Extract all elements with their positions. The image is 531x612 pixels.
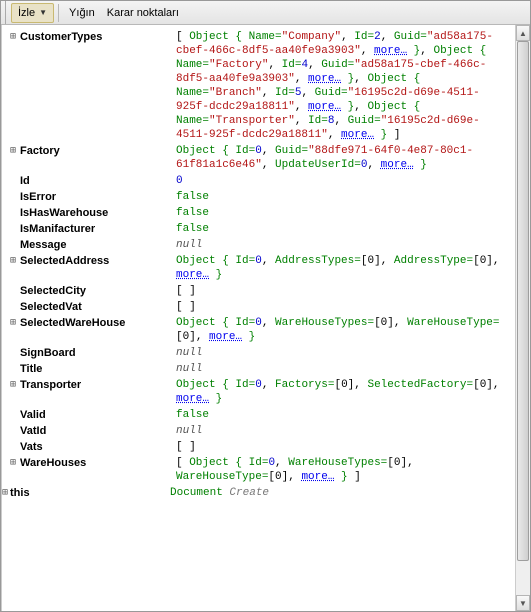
row-message[interactable]: Message null	[2, 237, 515, 253]
row-vatid[interactable]: VatId null	[2, 423, 515, 439]
prop-value: null	[176, 346, 511, 360]
row-transporter[interactable]: ⊞ Transporter Object { Id=0, Factorys=[0…	[2, 377, 515, 407]
expand-icon[interactable]: ⊞	[1, 486, 10, 500]
expand-icon[interactable]: ⊞	[6, 378, 20, 392]
prop-name: Vats	[20, 440, 176, 454]
prop-value: false	[176, 222, 511, 236]
prop-name: Message	[20, 238, 176, 252]
row-selectedcity[interactable]: SelectedCity [ ]	[2, 283, 515, 299]
row-factory[interactable]: ⊞ Factory Object { Id=0, Guid="88dfe971-…	[2, 143, 515, 173]
expand-icon[interactable]: ⊞	[6, 456, 20, 470]
prop-name: IsError	[20, 190, 176, 204]
prop-value: Object { Id=0, WareHouseTypes=[0], WareH…	[176, 316, 511, 344]
expand-icon[interactable]: ⊞	[6, 30, 20, 44]
prop-value: Object { Id=0, AddressTypes=[0], Address…	[176, 254, 511, 282]
prop-value: false	[176, 190, 511, 204]
scroll-up-arrow-icon[interactable]: ▲	[516, 25, 530, 41]
yigin-label: Yığın	[69, 7, 95, 19]
row-vats[interactable]: Vats [ ]	[2, 439, 515, 455]
yigin-tab[interactable]: Yığın	[63, 3, 101, 23]
expand-icon[interactable]: ⊞	[6, 254, 20, 268]
scroll-down-arrow-icon[interactable]: ▼	[516, 595, 530, 611]
expand-icon[interactable]: ⊞	[6, 144, 20, 158]
row-ishaswarehouse[interactable]: IsHasWarehouse false	[2, 205, 515, 221]
prop-name: WareHouses	[20, 456, 176, 470]
toolbar-grip	[5, 1, 9, 24]
rows-container: ⊞ CustomerTypes [ Object { Name="Company…	[2, 25, 515, 505]
prop-value: [ Object { Name="Company", Id=2, Guid="a…	[176, 30, 511, 142]
row-signboard[interactable]: SignBoard null	[2, 345, 515, 361]
row-valid[interactable]: Valid false	[2, 407, 515, 423]
prop-name: SignBoard	[20, 346, 176, 360]
toolbar-sep	[58, 4, 59, 22]
prop-value: null	[176, 424, 511, 438]
row-customertypes[interactable]: ⊞ CustomerTypes [ Object { Name="Company…	[2, 29, 515, 143]
prop-value: 0	[176, 174, 511, 188]
row-selectedaddress[interactable]: ⊞ SelectedAddress Object { Id=0, Address…	[2, 253, 515, 283]
karar-label: Karar noktaları	[107, 7, 179, 19]
prop-value: [ ]	[176, 300, 511, 314]
prop-name: Factory	[20, 144, 176, 158]
prop-name: this	[10, 486, 170, 500]
prop-name: IsManifacturer	[20, 222, 176, 236]
row-warehouses[interactable]: ⊞ WareHouses [ Object { Id=0, WareHouseT…	[2, 455, 515, 485]
toolbar: İzle ▼ Yığın Karar noktaları	[1, 1, 530, 25]
karar-tab[interactable]: Karar noktaları	[101, 3, 185, 23]
prop-name: SelectedAddress	[20, 254, 176, 268]
prop-name: Title	[20, 362, 176, 376]
prop-name: SelectedVat	[20, 300, 176, 314]
prop-value: null	[176, 362, 511, 376]
chevron-down-icon: ▼	[39, 8, 47, 17]
prop-name: Valid	[20, 408, 176, 422]
scroll-thumb[interactable]	[517, 41, 529, 561]
prop-value: Document Create	[170, 486, 511, 500]
row-iserror[interactable]: IsError false	[2, 189, 515, 205]
izle-tab[interactable]: İzle ▼	[11, 3, 54, 23]
prop-name: VatId	[20, 424, 176, 438]
prop-value: [ ]	[176, 440, 511, 454]
izle-label: İzle	[18, 7, 35, 19]
row-selectedvat[interactable]: SelectedVat [ ]	[2, 299, 515, 315]
prop-value: false	[176, 206, 511, 220]
prop-name: CustomerTypes	[20, 30, 176, 44]
prop-name: SelectedWareHouse	[20, 316, 176, 330]
row-this[interactable]: ⊞ this Document Create	[2, 485, 515, 501]
prop-value: [ ]	[176, 284, 511, 298]
prop-value: [ Object { Id=0, WareHouseTypes=[0], War…	[176, 456, 511, 484]
row-selectedwarehouse[interactable]: ⊞ SelectedWareHouse Object { Id=0, WareH…	[2, 315, 515, 345]
prop-name: Id	[20, 174, 176, 188]
prop-name: IsHasWarehouse	[20, 206, 176, 220]
row-title[interactable]: Title null	[2, 361, 515, 377]
scroll-track[interactable]	[516, 41, 530, 595]
prop-value: Object { Id=0, Factorys=[0], SelectedFac…	[176, 378, 511, 406]
row-ismanifacturer[interactable]: IsManifacturer false	[2, 221, 515, 237]
vertical-scrollbar[interactable]: ▲ ▼	[515, 25, 530, 611]
watch-panel: ⊞ CustomerTypes [ Object { Name="Company…	[1, 25, 515, 611]
expand-icon[interactable]: ⊞	[6, 316, 20, 330]
prop-value: Object { Id=0, Guid="88dfe971-64f0-4e87-…	[176, 144, 511, 172]
prop-name: SelectedCity	[20, 284, 176, 298]
prop-name: Transporter	[20, 378, 176, 392]
prop-value: false	[176, 408, 511, 422]
row-id[interactable]: Id 0	[2, 173, 515, 189]
prop-value: null	[176, 238, 511, 252]
